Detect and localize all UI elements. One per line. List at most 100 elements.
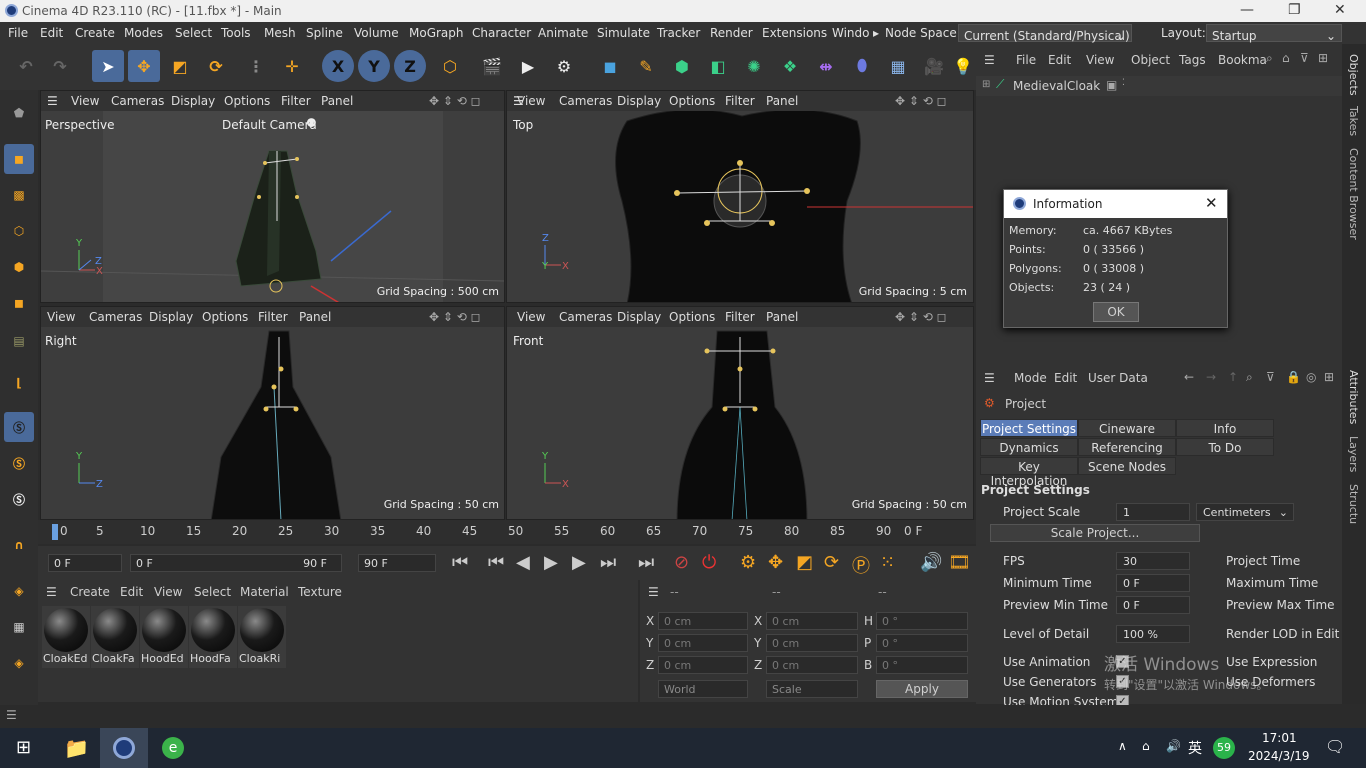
model-mode-icon[interactable]: ◼ [4, 144, 34, 174]
size-y-field[interactable]: 0 cm [766, 634, 858, 652]
select-tool-icon[interactable]: ➤ [92, 50, 124, 82]
filter-icon[interactable]: ⊽ [1300, 51, 1309, 65]
search-icon[interactable]: ⌕ [1266, 51, 1273, 66]
rotation-key-icon[interactable]: ⟳ [824, 552, 839, 573]
viewport-menu-icon[interactable]: ☰ [47, 94, 58, 108]
material-menu-texture[interactable]: Texture [298, 585, 342, 599]
viewport-menu-display[interactable]: Display [617, 310, 661, 324]
recent-tools-icon[interactable]: ⋮ [240, 50, 272, 82]
status-menu-icon[interactable]: ☰ [6, 708, 17, 722]
scale-tool-icon[interactable]: ◩ [164, 50, 196, 82]
size-z-field[interactable]: 0 cm [766, 656, 858, 674]
viewport-menu-panel[interactable]: Panel [321, 94, 353, 108]
level-of-detail-input[interactable]: 100 % [1116, 625, 1190, 643]
visibility-dots-icon[interactable]: ⁚ [1122, 78, 1125, 88]
target-icon[interactable]: ◎ [1306, 370, 1316, 384]
field-icon[interactable]: ⬮ [846, 50, 878, 82]
minimum-time-input[interactable]: 0 F [1116, 574, 1190, 592]
transform-tool-icon[interactable]: ✛ [276, 50, 308, 82]
material-menu-material[interactable]: Material [240, 585, 289, 599]
viewport-menu-cameras[interactable]: Cameras [559, 94, 612, 108]
menu-mesh[interactable]: Mesh [264, 26, 296, 40]
floor-icon[interactable]: ▦ [882, 50, 914, 82]
menu-select[interactable]: Select [175, 26, 212, 40]
light-icon[interactable]: 💡 [952, 50, 974, 82]
menu-character[interactable]: Character [472, 26, 531, 40]
redo-icon[interactable]: ↷ [44, 50, 76, 82]
viewport-menu-panel[interactable]: Panel [299, 310, 331, 324]
y-axis-lock-button[interactable]: Y [358, 50, 390, 82]
viewport-menu-cameras[interactable]: Cameras [111, 94, 164, 108]
viewport-navigation-icon[interactable]: ✥ ⇕ ⟲ ◻ [895, 310, 947, 324]
fps-input[interactable]: 30 [1116, 552, 1190, 570]
pen-icon[interactable]: ✎ [630, 50, 662, 82]
menu-tools[interactable]: Tools [221, 26, 251, 40]
menu-modes[interactable]: Modes [124, 26, 163, 40]
coordinate-menu-icon[interactable]: ☰ [648, 585, 659, 599]
render-picture-viewer-icon[interactable]: ▶ [512, 50, 544, 82]
material-menu-create[interactable]: Create [70, 585, 110, 599]
object-menu-icon[interactable]: ☰ [984, 53, 995, 67]
planar-workplane-icon[interactable]: ◈ [4, 648, 34, 678]
viewport-menu-display[interactable]: Display [149, 310, 193, 324]
go-to-end-icon[interactable]: ⏭ [638, 552, 654, 573]
viewport-menu-options[interactable]: Options [669, 94, 715, 108]
expand-icon[interactable]: ⊞ [982, 79, 990, 90]
deformer-icon[interactable]: ⇹ [810, 50, 842, 82]
network-icon[interactable]: ⌂ [1142, 739, 1150, 753]
viewport-menu-filter[interactable]: Filter [725, 94, 755, 108]
ime-indicator[interactable]: 英 [1188, 738, 1202, 758]
world-dropdown[interactable]: World [658, 680, 748, 698]
move-tool-icon[interactable]: ✥ [128, 50, 160, 82]
lock-icon[interactable]: 🔒 [1286, 370, 1301, 384]
windows-start-icon[interactable]: ⊞ [16, 737, 31, 758]
point-level-icon[interactable]: ⁙ [880, 552, 895, 573]
tab-content-browser[interactable]: Content Browser [1347, 148, 1360, 240]
restore-button[interactable]: ❐ [1288, 2, 1301, 18]
tab-objects[interactable]: Objects [1347, 54, 1360, 96]
tab-scene-nodes[interactable]: Scene Nodes [1078, 457, 1176, 475]
viewport-menu-display[interactable]: Display [171, 94, 215, 108]
cube-icon[interactable]: ◼ [594, 50, 626, 82]
material-menu-edit[interactable]: Edit [120, 585, 143, 599]
x-axis-lock-button[interactable]: X [322, 50, 354, 82]
autokey-icon[interactable]: ⏻ [702, 552, 716, 573]
material-menu-view[interactable]: View [154, 585, 182, 599]
viewport-menu-filter[interactable]: Filter [281, 94, 311, 108]
tab-cineware[interactable]: Cineware [1078, 419, 1176, 437]
viewport-menu-options[interactable]: Options [202, 310, 248, 324]
tab-to-do[interactable]: To Do [1176, 438, 1274, 456]
record-icon[interactable]: ⊘ [674, 552, 689, 573]
object-menu-edit[interactable]: Edit [1048, 53, 1071, 67]
tab-structure[interactable]: Structu [1347, 484, 1360, 524]
position-y-field[interactable]: 0 cm [658, 634, 748, 652]
viewport-menu-cameras[interactable]: Cameras [559, 310, 612, 324]
rotation-p-field[interactable]: 0 ° [876, 634, 968, 652]
material-swatch[interactable]: HoodFa [189, 606, 237, 668]
viewport-menu-view[interactable]: View [517, 94, 545, 108]
parameter-key-icon[interactable]: Ⓟ [852, 552, 870, 578]
back-arrow-icon[interactable]: ← [1184, 370, 1194, 384]
volume-icon[interactable]: 🔊 [1166, 739, 1181, 753]
playhead[interactable] [52, 524, 58, 540]
file-explorer-icon[interactable]: 📁 [64, 736, 89, 760]
menu-file[interactable]: File [8, 26, 28, 40]
viewport-menu-cameras[interactable]: Cameras [89, 310, 142, 324]
ok-button[interactable]: OK [1093, 302, 1139, 322]
timeline-ruler[interactable]: 0 5 10 15 20 25 30 35 40 45 50 55 60 65 … [38, 520, 976, 544]
viewport-menu-options[interactable]: Options [669, 310, 715, 324]
size-x-field[interactable]: 0 cm [766, 612, 858, 630]
tab-referencing[interactable]: Referencing [1078, 438, 1176, 456]
keyframe-selection-icon[interactable]: ⚙ [740, 552, 756, 573]
previous-frame-icon[interactable]: ◀ [516, 552, 530, 573]
up-arrow-icon[interactable]: ↑ [1228, 370, 1238, 384]
chevron-up-icon[interactable]: ∧ [1118, 739, 1127, 753]
object-menu-view[interactable]: View [1086, 53, 1114, 67]
object-menu-object[interactable]: Object [1131, 53, 1170, 67]
viewport-menu-panel[interactable]: Panel [766, 310, 798, 324]
scale-project-button[interactable]: Scale Project... [990, 524, 1200, 542]
extrude-icon[interactable]: ◧ [702, 50, 734, 82]
viewport-menu-options[interactable]: Options [224, 94, 270, 108]
object-menu-tags[interactable]: Tags [1179, 53, 1206, 67]
points-mode-icon[interactable]: ⬡ [4, 216, 34, 246]
